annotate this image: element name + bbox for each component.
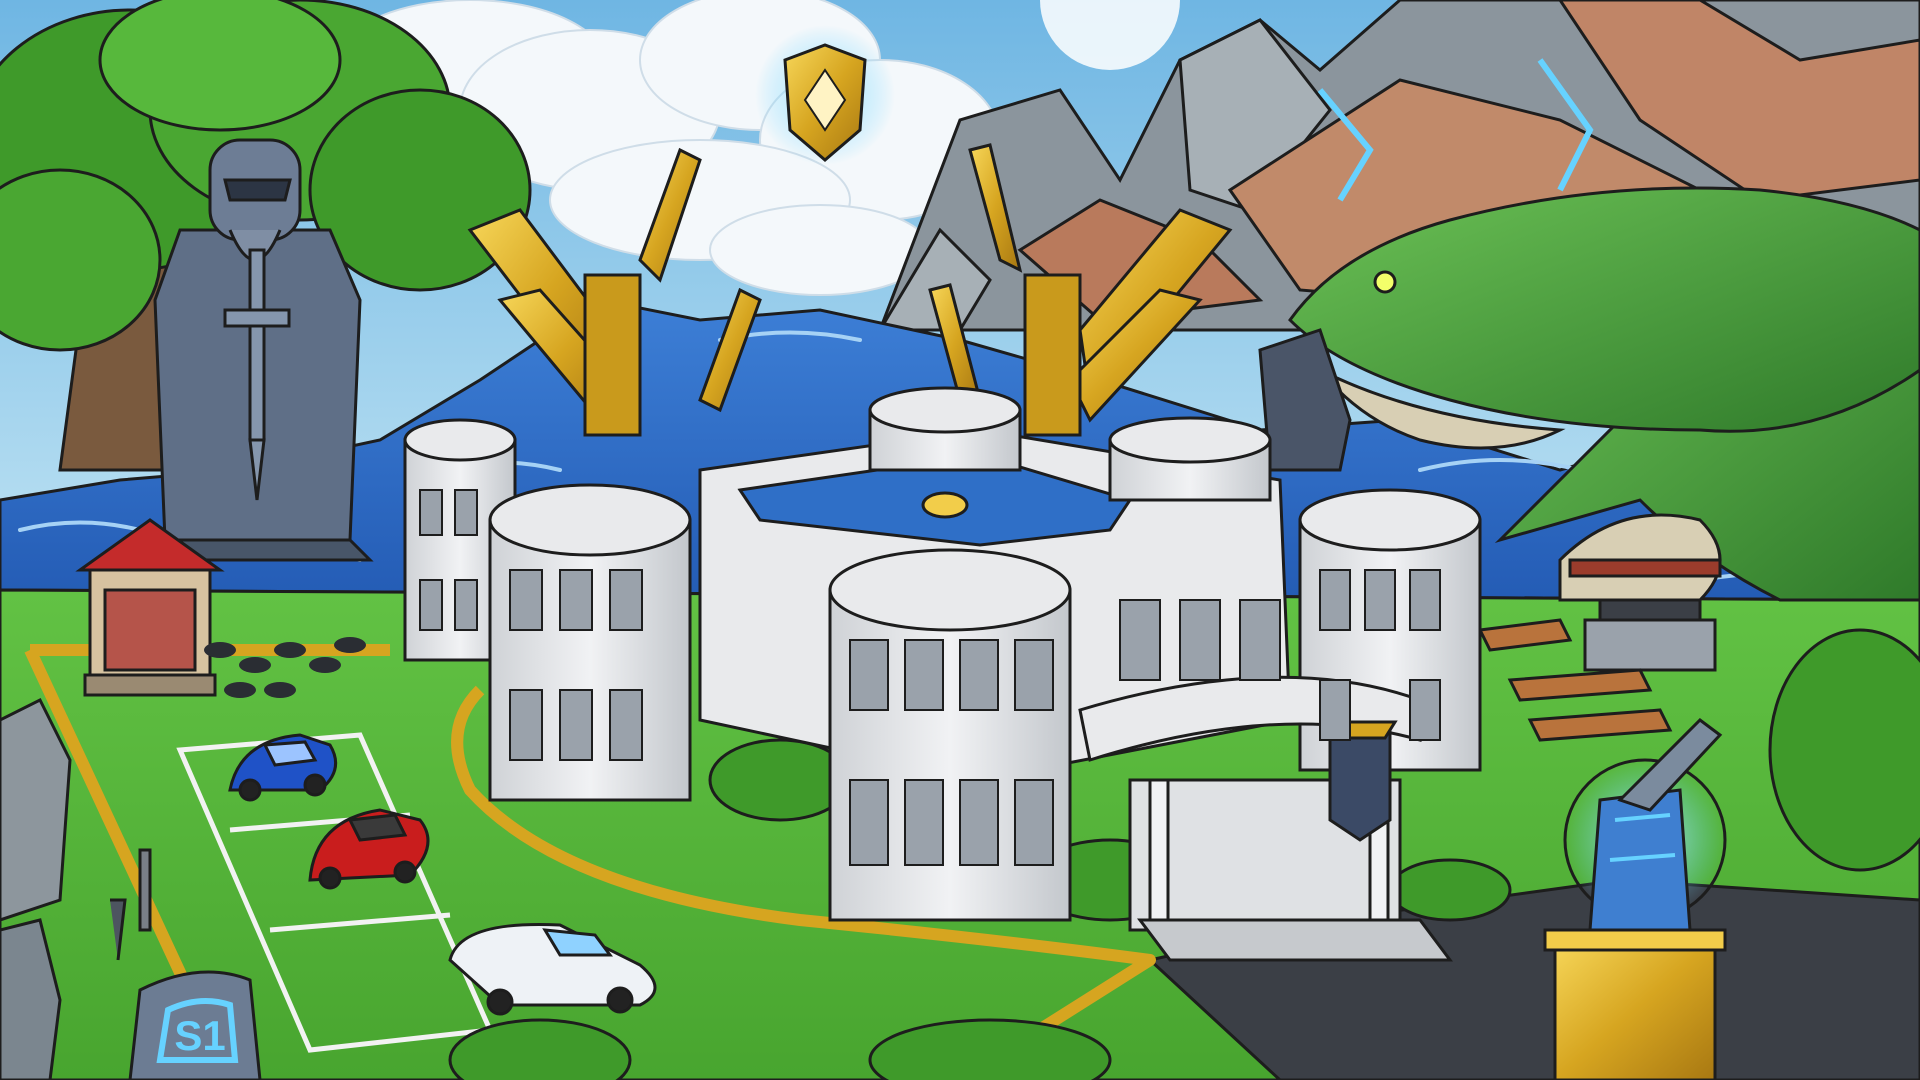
- rune-stone-glyph: S1: [174, 1012, 225, 1059]
- floating-guild-emblem: [755, 25, 895, 165]
- rune-stone: S1: [128, 970, 262, 1080]
- guild-banner: [1328, 728, 1392, 842]
- fantasy-estate-scene: S1: [0, 0, 1920, 1080]
- scene-illustration: S1: [0, 0, 1920, 1080]
